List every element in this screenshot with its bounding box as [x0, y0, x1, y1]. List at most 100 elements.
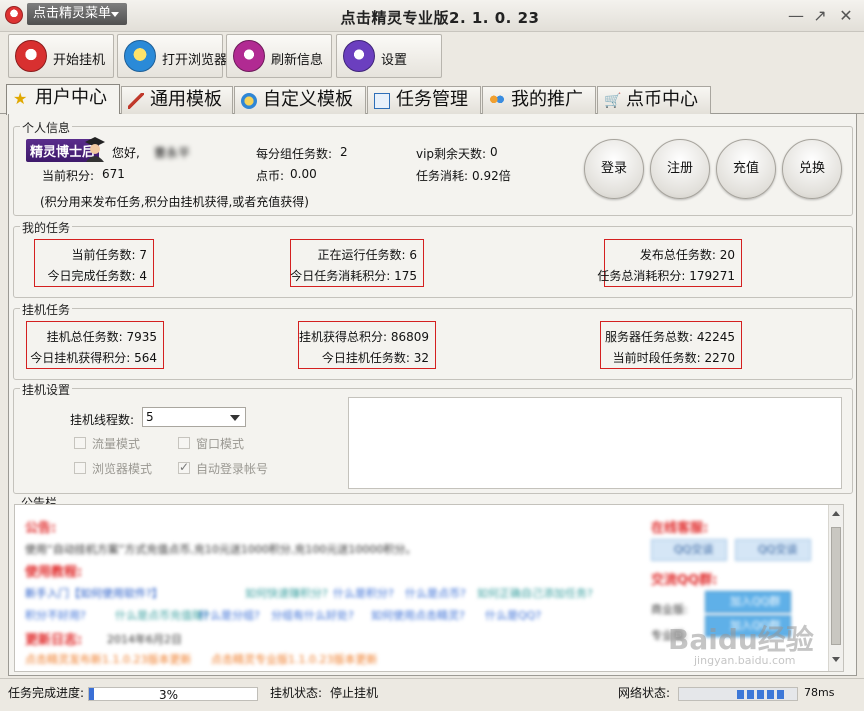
tutorial-link[interactable]: 如何使用点击精灵?: [371, 607, 465, 623]
network-signal-segment: [777, 690, 784, 699]
auto-login-checkbox[interactable]: [178, 460, 190, 474]
main-menu-label: 点击精灵菜单: [33, 6, 112, 21]
current-tasks-label: 当前任务数:: [71, 248, 136, 262]
qq-chat-button[interactable]: QQ交谈: [735, 539, 811, 561]
server-total-value: 42245: [696, 330, 735, 344]
hook-log-area[interactable]: [348, 397, 842, 489]
chevron-down-icon: [111, 12, 119, 17]
running-tasks-label: 正在运行任务数:: [317, 248, 406, 262]
tutorial-link[interactable]: 积分不好用?: [25, 607, 86, 623]
tab-bar: ★ 用户中心 通用模板 自定义模板 任务管理 我的推广 🛒 点币中心: [0, 84, 864, 115]
today-completed-value: 4: [139, 269, 147, 283]
star-icon: ★: [13, 89, 28, 108]
scroll-thumb[interactable]: [831, 527, 841, 645]
watermark-text: Baidu经验: [668, 623, 814, 656]
announce-text: 使用“自动挂机方案”方式充值点币,充10元送1000积分,充100元送10000…: [25, 543, 417, 556]
browser-mode-checkbox[interactable]: [74, 462, 86, 474]
changelog-link[interactable]: 点击精灵发布新1.1.0.23版本更新: [25, 651, 191, 667]
today-points-used-label: 今日任务消耗积分:: [290, 269, 391, 283]
threads-label: 挂机线程数:: [70, 413, 135, 427]
tab-custom-templates[interactable]: 自定义模板: [234, 86, 366, 114]
title-bar: 点击精灵菜单 点击精灵专业版2. 1. 0. 23 — ↗ ✕: [0, 0, 864, 32]
total-points-used-value: 179271: [689, 269, 735, 283]
tab-common-templates[interactable]: 通用模板: [121, 86, 233, 114]
qq-chat-button[interactable]: QQ交谈: [651, 539, 727, 561]
register-button[interactable]: 注册: [650, 139, 710, 199]
points-value: 671: [102, 167, 125, 181]
tab-label: 用户中心: [35, 87, 107, 108]
open-browser-label: 打开浏览器: [162, 53, 228, 68]
tab-task-management[interactable]: 任务管理: [367, 86, 481, 114]
tutorial-link[interactable]: 如何快速赚积分?: [245, 585, 328, 601]
tutorial-link[interactable]: 什么是点币?: [405, 585, 466, 601]
online-service-title: 在线客服:: [651, 521, 709, 536]
login-button[interactable]: 登录: [584, 139, 644, 199]
people-icon: [489, 93, 505, 109]
hook-total-points-label: 挂机获得总积分:: [298, 330, 387, 344]
network-signal-segment: [757, 690, 764, 699]
window-mode-checkbox[interactable]: [178, 437, 190, 449]
current-tasks-value: 7: [139, 248, 147, 262]
scroll-down-icon[interactable]: [832, 657, 840, 662]
window-title: 点击精灵专业版2. 1. 0. 23: [340, 9, 540, 27]
progress-value: 3%: [159, 688, 179, 702]
tab-label: 点币中心: [626, 89, 698, 110]
minimize-button[interactable]: —: [786, 6, 806, 26]
announce-title: 公告:: [25, 521, 57, 536]
greeting-label: 您好,: [112, 146, 140, 160]
recharge-button[interactable]: 充值: [716, 139, 776, 199]
settings-icon: [343, 40, 375, 72]
my-tasks-box-3: 发布总任务数: 20 任务总消耗积分: 179271: [597, 239, 742, 287]
doctor-avatar-icon: [84, 136, 106, 162]
running-tasks-value: 6: [409, 248, 417, 262]
hook-status-label: 挂机状态:: [270, 686, 323, 700]
close-button[interactable]: ✕: [836, 6, 856, 26]
restore-button[interactable]: ↗: [810, 6, 830, 26]
tutorial-link[interactable]: 什么是分组?: [199, 607, 260, 623]
server-total-label: 服务器任务总数:: [604, 330, 693, 344]
threads-value: 5: [146, 410, 154, 424]
join-qq-group-button[interactable]: 加入QQ群: [705, 591, 791, 613]
tab-coin-center[interactable]: 🛒 点币中心: [597, 86, 711, 114]
tutorial-link[interactable]: 什么是点币充值赚?: [115, 607, 209, 623]
user-info-group: 个人信息 精灵博士后 您好, 曹永平 每分组任务数: 2 vip剩余天数: 0 …: [13, 119, 853, 216]
scroll-up-icon[interactable]: [832, 511, 840, 516]
tutorial-link[interactable]: 什么是积分?: [333, 585, 394, 601]
tab-user-center[interactable]: ★ 用户中心: [6, 84, 120, 115]
refresh-info-button[interactable]: 刷新信息: [226, 34, 332, 78]
tutorial-link[interactable]: 新手入门【如何使用软件?】: [25, 585, 163, 601]
exchange-button[interactable]: 兑换: [782, 139, 842, 199]
hook-tasks-box-3: 服务器任务总数: 42245 当前时段任务数: 2270: [600, 321, 742, 369]
coins-label: 点币:: [256, 169, 285, 183]
tab-my-promotion[interactable]: 我的推广: [482, 86, 596, 114]
group-title: 我的任务: [20, 219, 73, 236]
chevron-down-icon: [230, 415, 240, 421]
task-cost-label: 任务消耗:: [416, 169, 469, 183]
hook-today-points-label: 今日挂机获得积分:: [30, 351, 131, 365]
globe-icon: [241, 93, 257, 109]
tutorial-link[interactable]: 分组有什么好处?: [271, 607, 354, 623]
flow-mode-checkbox[interactable]: [74, 437, 86, 449]
username: 曹永平: [154, 146, 191, 160]
vip-days-value: 0: [490, 145, 498, 159]
today-completed-label: 今日完成任务数:: [47, 269, 136, 283]
open-browser-button[interactable]: 打开浏览器: [117, 34, 227, 78]
start-hook-button[interactable]: 开始挂机: [8, 34, 114, 78]
threads-select[interactable]: 5: [142, 407, 246, 427]
my-tasks-group: 我的任务 当前任务数: 7 今日完成任务数: 4 正在运行任务数: 6 今日任务…: [13, 219, 853, 298]
watermark-url: jingyan.baidu.com: [694, 654, 796, 667]
app-logo-icon: [5, 6, 23, 24]
brush-icon: [128, 93, 144, 109]
tutorial-link[interactable]: 什么是QQ?: [485, 607, 541, 623]
group-title: 个人信息: [20, 119, 73, 136]
tab-label: 通用模板: [150, 89, 222, 110]
points-label: 当前积分:: [42, 169, 95, 183]
tutorial-link[interactable]: 如何正确自己添加任务?: [477, 585, 593, 601]
changelog-link[interactable]: 点击精灵专业版1.1.0.23版本更新: [211, 651, 377, 667]
main-menu-button[interactable]: 点击精灵菜单: [27, 3, 127, 25]
refresh-icon: [233, 40, 265, 72]
network-label: 网络状态:: [618, 686, 671, 700]
notice-scrollbar[interactable]: [828, 505, 843, 671]
tutorial-title: 使用教程:: [25, 565, 83, 580]
settings-button[interactable]: 设置: [336, 34, 442, 78]
